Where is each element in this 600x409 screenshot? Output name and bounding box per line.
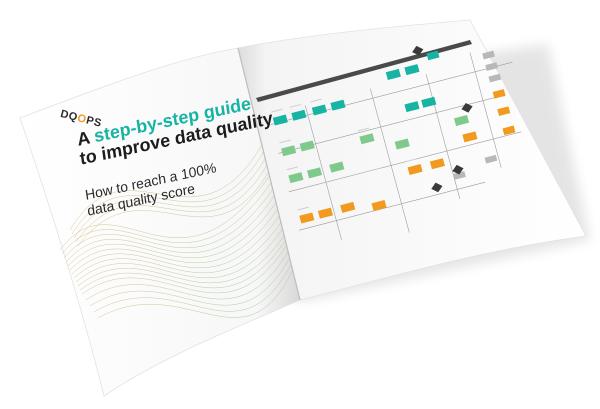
brochure-scene <box>19 19 590 397</box>
